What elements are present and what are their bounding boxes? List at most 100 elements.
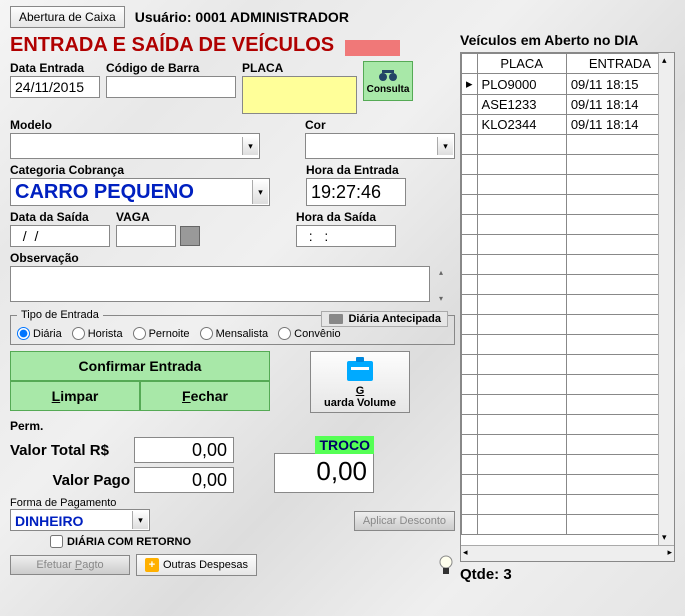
aplicar-desconto-button[interactable]: Aplicar Desconto: [354, 511, 455, 531]
table-row[interactable]: [462, 435, 674, 455]
hora-entrada-label: Hora da Entrada: [306, 163, 406, 177]
troco-value: 0,00: [274, 453, 374, 493]
fechar-button[interactable]: Fechar: [140, 381, 270, 411]
col-placa[interactable]: PLACA: [477, 54, 566, 74]
table-row[interactable]: [462, 335, 674, 355]
table-row[interactable]: [462, 455, 674, 475]
row-marker: [462, 275, 478, 295]
consulta-button[interactable]: Consulta: [363, 61, 413, 101]
perm-label: Perm.: [10, 419, 455, 433]
cell-placa: [477, 315, 566, 335]
placa-input[interactable]: [242, 76, 357, 114]
table-row[interactable]: [462, 515, 674, 535]
forma-pagamento-select[interactable]: DINHEIRO: [10, 509, 150, 531]
radio-convenio[interactable]: Convênio: [278, 327, 340, 340]
veiculos-table-container: PLACA ENTRADA ▸PLO900009/11 18:15ASE1233…: [460, 52, 675, 562]
cell-placa: [477, 335, 566, 355]
table-row[interactable]: [462, 395, 674, 415]
table-row[interactable]: [462, 475, 674, 495]
modelo-select[interactable]: [10, 133, 260, 159]
confirmar-entrada-button[interactable]: Confirmar Entrada: [10, 351, 270, 381]
ticket-icon: [328, 313, 344, 325]
radio-diaria[interactable]: Diária: [17, 327, 62, 340]
row-marker: [462, 295, 478, 315]
categoria-label: Categoria Cobrança: [10, 163, 270, 177]
vaga-color-box[interactable]: [180, 226, 200, 246]
radio-mensalista[interactable]: Mensalista: [200, 327, 269, 340]
luggage-icon: [343, 355, 377, 385]
binoculars-icon: [378, 68, 398, 82]
scrollbar-horizontal[interactable]: [461, 545, 674, 561]
forma-pagamento-label: Forma de Pagamento: [10, 497, 150, 509]
row-marker: [462, 215, 478, 235]
observacao-textarea[interactable]: [10, 266, 430, 302]
table-row[interactable]: [462, 135, 674, 155]
table-row-selector-header: [462, 54, 478, 74]
data-entrada-input[interactable]: [10, 76, 100, 98]
table-row[interactable]: [462, 495, 674, 515]
abertura-caixa-button[interactable]: Abertura de Caixa: [10, 6, 125, 28]
valor-total-input[interactable]: [134, 437, 234, 463]
data-saida-input[interactable]: [10, 225, 110, 247]
qtde-value: 3: [503, 566, 511, 583]
table-row[interactable]: [462, 175, 674, 195]
lightbulb-icon[interactable]: [437, 554, 455, 576]
hora-saida-input[interactable]: [296, 225, 396, 247]
valor-pago-input[interactable]: [134, 467, 234, 493]
table-row[interactable]: ▸PLO900009/11 18:15: [462, 74, 674, 95]
row-marker: [462, 415, 478, 435]
row-marker: [462, 115, 478, 135]
table-row[interactable]: [462, 195, 674, 215]
limpar-button[interactable]: Limpar: [10, 381, 140, 411]
cell-placa: [477, 515, 566, 535]
guarda-volume-button[interactable]: Guarda Volume: [310, 351, 410, 413]
codigo-barra-input[interactable]: [106, 76, 236, 98]
table-row[interactable]: [462, 155, 674, 175]
table-row[interactable]: [462, 315, 674, 335]
cell-placa: [477, 475, 566, 495]
table-row[interactable]: [462, 375, 674, 395]
cell-placa: [477, 155, 566, 175]
table-row[interactable]: KLO234409/11 18:14: [462, 115, 674, 135]
cell-placa: [477, 255, 566, 275]
row-marker: [462, 395, 478, 415]
row-marker: [462, 175, 478, 195]
table-row[interactable]: [462, 215, 674, 235]
row-marker: [462, 495, 478, 515]
table-row[interactable]: ASE123309/11 18:14: [462, 95, 674, 115]
valor-pago-label: Valor Pago: [10, 472, 130, 489]
cell-placa: [477, 355, 566, 375]
table-row[interactable]: [462, 275, 674, 295]
cell-placa: ASE1233: [477, 95, 566, 115]
hora-entrada-input[interactable]: [306, 178, 406, 206]
table-row[interactable]: [462, 235, 674, 255]
cell-placa: [477, 495, 566, 515]
cell-placa: [477, 415, 566, 435]
diaria-retorno-checkbox[interactable]: DIÁRIA COM RETORNO: [50, 535, 191, 548]
radio-pernoite[interactable]: Pernoite: [133, 327, 190, 340]
veiculos-table: PLACA ENTRADA ▸PLO900009/11 18:15ASE1233…: [461, 53, 674, 535]
row-marker: [462, 435, 478, 455]
table-row[interactable]: [462, 255, 674, 275]
row-marker: [462, 475, 478, 495]
qtde-label: Qtde:: [460, 566, 499, 583]
observacao-label: Observação: [10, 251, 455, 265]
radio-horista[interactable]: Horista: [72, 327, 123, 340]
table-row[interactable]: [462, 415, 674, 435]
cell-placa: [477, 295, 566, 315]
cell-placa: PLO9000: [477, 74, 566, 95]
outras-despesas-button[interactable]: + Outras Despesas: [136, 554, 257, 576]
status-block: [345, 40, 400, 56]
table-row[interactable]: [462, 355, 674, 375]
row-marker: [462, 155, 478, 175]
cor-select[interactable]: [305, 133, 455, 159]
usuario-label: Usuário:: [135, 9, 192, 25]
diaria-antecipada-button[interactable]: Diária Antecipada: [321, 311, 448, 327]
plus-icon: +: [145, 558, 159, 572]
table-row[interactable]: [462, 295, 674, 315]
vaga-input[interactable]: [116, 225, 176, 247]
efetuar-pagto-button[interactable]: Efetuar Pagto: [10, 555, 130, 575]
categoria-select[interactable]: CARRO PEQUENO: [10, 178, 270, 206]
scrollbar-vertical[interactable]: [658, 53, 674, 545]
row-marker: [462, 315, 478, 335]
